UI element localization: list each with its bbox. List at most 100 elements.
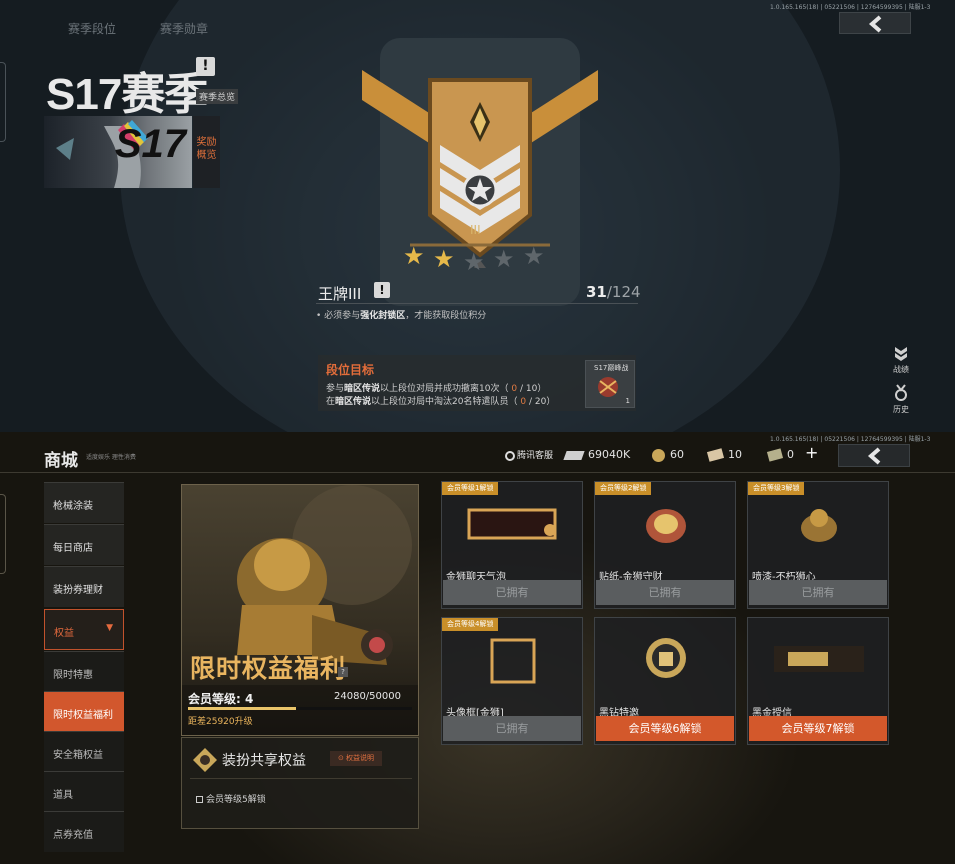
lion-spray-icon (801, 509, 837, 542)
reward-status-button[interactable]: 已拥有 (443, 716, 581, 741)
left-edge-handle[interactable] (0, 62, 6, 142)
goal-reward-qty: 1 (625, 397, 630, 405)
goal-line-2: 在暗区传说以上段位对局中淘汰20名特遣队员（ 0 / 20） (326, 394, 555, 407)
goal-progress: 0 (511, 384, 518, 394)
reward-unlock-button[interactable]: 会员等级6解锁 (596, 716, 734, 741)
sidebar-item-items[interactable]: 道具 (44, 771, 124, 812)
sidebar-item-label: 权益 (54, 628, 74, 639)
shop-subtitle: 适度娱乐 理性消费 (86, 454, 136, 461)
currency-value: 69040K (588, 448, 631, 461)
reward-card[interactable]: 会员等级4解锁 头像框[金狮] 已拥有 (441, 617, 583, 745)
share-divider (190, 778, 412, 779)
sidebar-item-benefits[interactable]: 权益 ▼ (44, 609, 124, 650)
reward-card[interactable]: 黑金授信 会员等级7解锁 (747, 617, 889, 745)
goal-progress: 0 (520, 397, 527, 407)
currency-ticket: 10 (706, 448, 742, 462)
reward-card[interactable]: 会员等级2解锁 贴纸-金狮守财 已拥有 (594, 481, 736, 609)
sidebar-item-limited-offer[interactable]: 限时特惠 (44, 651, 124, 692)
benefits-hero-card: 限时权益福利 ? 会员等级: 4 24080/50000 距差25920升级 (181, 484, 419, 736)
goal-total: / 10 (519, 384, 538, 394)
stats-label: 战绩 (893, 365, 909, 374)
star-empty-icon: ★ (493, 245, 515, 273)
goal-text: ） (546, 397, 556, 407)
history-label: 历史 (893, 405, 909, 414)
benefit-info-label: 权益说明 (346, 754, 375, 762)
member-level-fill (188, 707, 296, 710)
rank-points: 31/124 (586, 283, 641, 301)
ticket-icon (706, 448, 725, 462)
sidebar-item-limited-benefits[interactable]: 限时权益福利 (44, 691, 124, 732)
chevron-left-icon (868, 15, 882, 33)
history-medal-icon (895, 384, 907, 401)
share-badge-icon (193, 748, 217, 772)
lion-sticker-icon (646, 509, 686, 543)
star-empty-icon: ★ (523, 242, 545, 270)
sidebar-item-weapon-skins[interactable]: 枪械涂装 (44, 482, 124, 523)
sidebar-item-voucher-finance[interactable]: 装扮券理财 (44, 566, 124, 607)
sidebar-item-recharge[interactable]: 点券充值 (44, 811, 124, 852)
season-overview-link[interactable]: 赛季总览 (196, 89, 239, 104)
sidebar-item-safebox-benefits[interactable]: 安全箱权益 (44, 731, 124, 772)
help-icon[interactable]: ? (338, 667, 348, 677)
rank-roman: III (470, 223, 481, 237)
currency-value: 10 (728, 448, 742, 461)
rank-stars: ★ ★ ★ ★ ★ (403, 242, 553, 276)
shop-screen: 1.0.165.165(18) | 05221506 | 12764599395… (0, 432, 955, 864)
history-button[interactable]: 历史 (889, 384, 913, 415)
stats-button[interactable]: 战绩 (889, 344, 913, 375)
reward-status-button[interactable]: 已拥有 (443, 580, 581, 605)
sidebar-item-daily-shop[interactable]: 每日商店 (44, 524, 124, 565)
rank-note: • 必须参与强化封锁区，才能获取段位积分 (316, 311, 487, 321)
hero-title: 限时权益福利 (190, 654, 347, 683)
reward-card[interactable]: 黑钻特邀 会员等级6解锁 (594, 617, 736, 745)
rank-name: 王牌III (318, 285, 362, 303)
currency-gold-coin: 60 (652, 448, 684, 462)
rank-divider (316, 303, 638, 304)
chevron-left-icon (867, 447, 881, 465)
back-button[interactable] (838, 444, 910, 467)
star-filled-icon: ★ (433, 245, 455, 273)
goal-text: 以上段位对局中淘汰20名特遣队员（ (371, 397, 518, 407)
version-label: 1.0.165.165(18) | 05221506 | 12764599395… (770, 4, 931, 11)
goal-text: ） (537, 384, 547, 394)
season-info-icon[interactable]: ! (196, 57, 215, 76)
customer-service-label: 腾讯客服 (517, 451, 554, 461)
goal-text-bold: 暗区传说 (335, 397, 372, 407)
coin-stack-icon (563, 450, 585, 460)
reward-card[interactable]: 会员等级1解锁 金狮聊天气泡 已拥有 (441, 481, 583, 609)
reward-status-button[interactable]: 已拥有 (596, 580, 734, 605)
benefit-info-button[interactable]: ⊙ 权益说明 (330, 751, 382, 766)
reward-overview-button[interactable]: 奖励概览 (193, 116, 220, 188)
goal-text: 参与 (326, 384, 345, 394)
currency-coin-stack: 69040K (563, 448, 631, 461)
goal-title: 段位目标 (326, 363, 375, 377)
tab-season-medal[interactable]: 赛季勋章 (160, 20, 208, 37)
lock-icon (196, 796, 203, 803)
member-level-value: 24080/50000 (334, 691, 401, 702)
back-button[interactable] (839, 12, 911, 34)
left-edge-handle[interactable] (0, 494, 6, 574)
voucher-icon (766, 448, 784, 462)
tab-season-rank[interactable]: 赛季段位 (68, 20, 116, 37)
season-banner-card[interactable]: S17 (44, 116, 192, 188)
rank-note-suffix: ，才能获取段位积分 (405, 311, 487, 321)
star-filled-icon: ★ (403, 242, 425, 270)
rank-points-current: 31 (586, 283, 607, 301)
season-card-label: S17 (114, 122, 186, 166)
currency-voucher: 0 (766, 448, 794, 462)
shared-benefits-title: 装扮共享权益 (222, 753, 306, 769)
add-currency-button[interactable]: + (805, 443, 819, 462)
black-diamond-helmet-icon (646, 638, 686, 678)
reward-unlock-button[interactable]: 会员等级7解锁 (749, 716, 887, 741)
reward-card[interactable]: 会员等级3解锁 喷漆-不朽狮心 已拥有 (747, 481, 889, 609)
lion-avatar-frame-icon (490, 638, 536, 684)
goal-reward-item[interactable]: S17巅峰战 1 (585, 360, 635, 408)
reward-status-button[interactable]: 已拥有 (749, 580, 887, 605)
member-level-bar (188, 707, 412, 710)
rank-info-icon[interactable]: ! (374, 282, 390, 298)
black-gold-card-icon (774, 646, 864, 672)
goal-text: 以上段位对局并成功撤离10次（ (380, 384, 509, 394)
goal-text: 在 (326, 397, 336, 407)
chevron-down-icon: ▼ (106, 623, 113, 633)
customer-service-link[interactable]: 腾讯客服 (505, 448, 553, 461)
